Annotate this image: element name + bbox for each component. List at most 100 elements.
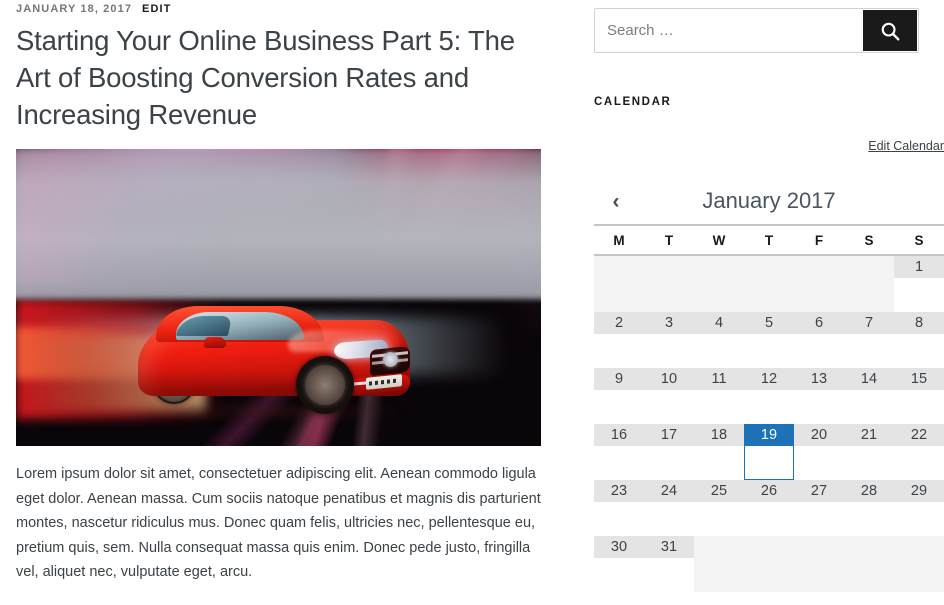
calendar-day-number: 2: [594, 312, 644, 334]
calendar-day-13[interactable]: 13: [794, 368, 844, 424]
calendar-day-number: [744, 256, 794, 278]
calendar-day-cell: 26: [744, 480, 794, 536]
calendar-day-number: [894, 536, 944, 558]
calendar-widget: ‹ January 2017 MTWTFSS 1 2 3 4 5 6 7 8 9 10 11 12 13…: [594, 178, 944, 592]
car-front-rim: [305, 365, 345, 405]
calendar-day-24[interactable]: 24: [644, 480, 694, 536]
calendar-day-cell: 2: [594, 312, 644, 368]
search-icon: [881, 22, 900, 40]
calendar-day-number: 14: [844, 368, 894, 390]
calendar-day-23[interactable]: 23: [594, 480, 644, 536]
calendar-day-number: 10: [644, 368, 694, 390]
calendar-day-cell: 31: [644, 536, 694, 592]
calendar-day-cell: 6: [794, 312, 844, 368]
calendar-day-18[interactable]: 18: [694, 424, 744, 480]
calendar-week-row: 1: [594, 255, 944, 312]
edit-post-link[interactable]: EDIT: [142, 3, 171, 15]
calendar-day-number: 22: [894, 424, 944, 446]
calendar-day-26[interactable]: 26: [744, 480, 794, 536]
calendar-day-27[interactable]: 27: [794, 480, 844, 536]
calendar-day-number: [844, 536, 894, 558]
calendar-day-5[interactable]: 5: [744, 312, 794, 368]
calendar-day-number: 12: [744, 368, 794, 390]
calendar-day-16[interactable]: 16: [594, 424, 644, 480]
image-road-sheen-layer: [16, 149, 276, 289]
calendar-day-number: 3: [644, 312, 694, 334]
calendar-day-12[interactable]: 12: [744, 368, 794, 424]
calendar-day-1[interactable]: 1: [894, 255, 944, 312]
calendar-month-label: January 2017: [702, 188, 836, 213]
calendar-day-number: [744, 536, 794, 558]
search-button[interactable]: [863, 10, 917, 51]
calendar-day-7[interactable]: 7: [844, 312, 894, 368]
calendar-day-number: 9: [594, 368, 644, 390]
calendar-day-number: 26: [744, 480, 794, 502]
calendar-day-cell: 12: [744, 368, 794, 424]
calendar-day-cell: 17: [644, 424, 694, 480]
calendar-day-empty: [844, 255, 894, 312]
calendar-day-15[interactable]: 15: [894, 368, 944, 424]
calendar-day-cell: [794, 256, 844, 312]
calendar-day-cell: 22: [894, 424, 944, 480]
car-side-mirror: [204, 337, 226, 348]
calendar-day-8[interactable]: 8: [894, 312, 944, 368]
edit-calendar-link[interactable]: Edit Calendar: [868, 139, 944, 153]
calendar-day-29[interactable]: 29: [894, 480, 944, 536]
calendar-day-cell: [794, 536, 844, 592]
calendar-day-cell: 5: [744, 312, 794, 368]
calendar-day-cell: 13: [794, 368, 844, 424]
car-shadow: [148, 402, 408, 420]
calendar-day-number: 20: [794, 424, 844, 446]
calendar-day-31[interactable]: 31: [644, 536, 694, 592]
calendar-day-30[interactable]: 30: [594, 536, 644, 592]
calendar-day-number: 19: [744, 424, 794, 446]
calendar-day-cell: 1: [894, 256, 944, 312]
calendar-day-cell: [694, 536, 744, 592]
calendar-day-cell: 10: [644, 368, 694, 424]
calendar-day-4[interactable]: 4: [694, 312, 744, 368]
body-paragraph: Lorem ipsum dolor sit amet, consectetuer…: [16, 466, 541, 580]
calendar-day-cell: 4: [694, 312, 744, 368]
calendar-day-cell: 14: [844, 368, 894, 424]
calendar-day-9[interactable]: 9: [594, 368, 644, 424]
calendar-day-empty: [894, 536, 944, 592]
calendar-day-number: 7: [844, 312, 894, 334]
chevron-left-icon[interactable]: ‹: [594, 191, 638, 212]
post-date: JANUARY 18, 2017: [16, 3, 133, 15]
calendar-weekday-2: W: [694, 224, 744, 256]
search-input[interactable]: [595, 9, 863, 52]
calendar-day-17[interactable]: 17: [644, 424, 694, 480]
calendar-day-20[interactable]: 20: [794, 424, 844, 480]
calendar-day-28[interactable]: 28: [844, 480, 894, 536]
search-form: [594, 8, 919, 53]
calendar-day-number: [794, 256, 844, 278]
calendar-day-number: 17: [644, 424, 694, 446]
calendar-day-25[interactable]: 25: [694, 480, 744, 536]
calendar-day-6[interactable]: 6: [794, 312, 844, 368]
calendar-day-cell: 30: [594, 536, 644, 592]
calendar-day-19[interactable]: 19: [744, 424, 794, 480]
post-title-link[interactable]: Starting Your Online Business Part 5: Th…: [16, 25, 515, 130]
calendar-week-row: 23 24 25 26 27 28 29: [594, 480, 944, 536]
calendar-day-10[interactable]: 10: [644, 368, 694, 424]
calendar-day-number: 15: [894, 368, 944, 390]
calendar-weekday-0: M: [594, 224, 644, 256]
calendar-weekday-3: T: [744, 224, 794, 256]
calendar-week-row: 2345678: [594, 312, 944, 368]
calendar-day-number: [844, 256, 894, 278]
page-root: JANUARY 18, 2017 EDIT Starting Your Onlin…: [0, 0, 944, 605]
calendar-day-14[interactable]: 14: [844, 368, 894, 424]
calendar-day-cell: 23: [594, 480, 644, 536]
calendar-day-number: 24: [644, 480, 694, 502]
calendar-navigation: ‹ January 2017: [594, 178, 944, 224]
calendar-day-21[interactable]: 21: [844, 424, 894, 480]
calendar-header-row: MTWTFSS: [594, 224, 944, 256]
calendar-day-number: [794, 536, 844, 558]
calendar-day-11[interactable]: 11: [694, 368, 744, 424]
calendar-day-2[interactable]: 2: [594, 312, 644, 368]
calendar-day-number: 27: [794, 480, 844, 502]
calendar-day-22[interactable]: 22: [894, 424, 944, 480]
calendar-day-number: 8: [894, 312, 944, 334]
calendar-table: MTWTFSS 1 2 3 4 5 6 7 8 9 10 11 12 13 14 15 16 17 18 19 20 2…: [594, 224, 944, 592]
calendar-day-3[interactable]: 3: [644, 312, 694, 368]
